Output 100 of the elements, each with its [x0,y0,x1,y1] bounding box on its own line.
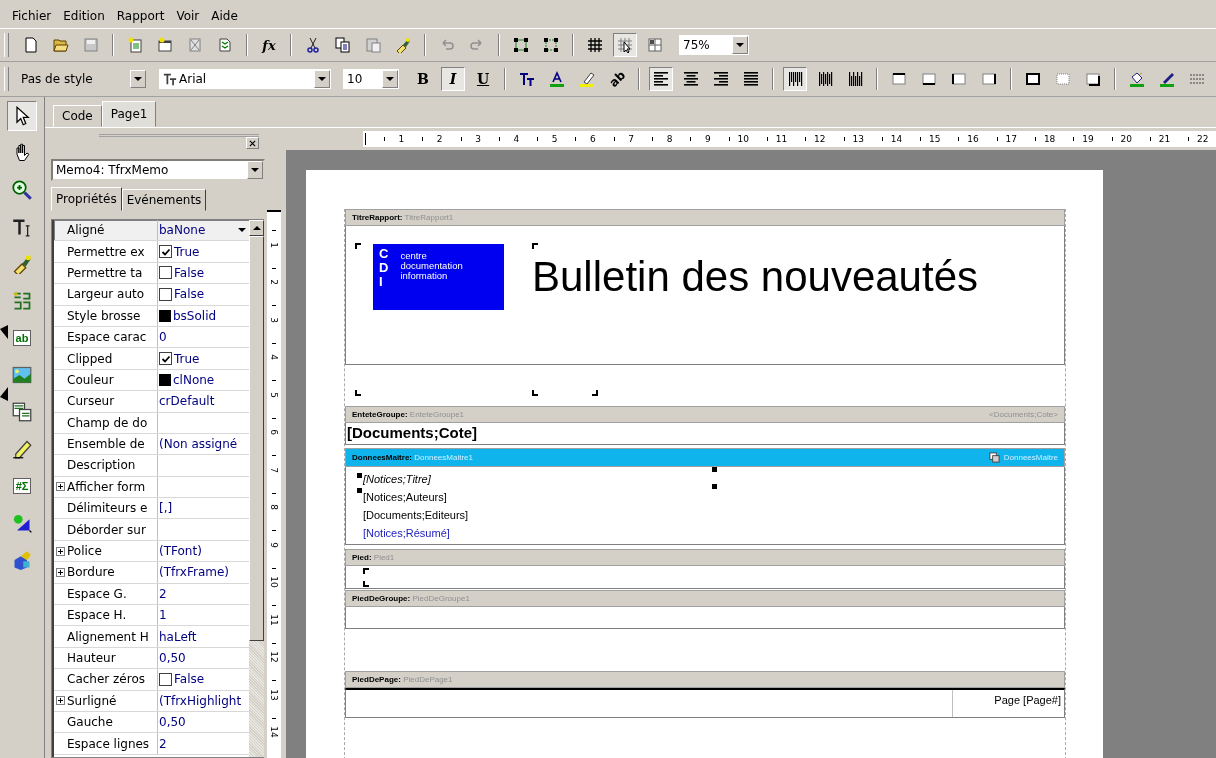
property-row[interactable]: Surligné (TfrxHighlight [54,690,250,712]
property-row[interactable]: Espace G. 2 [54,583,250,606]
line-style-icon [1189,71,1205,87]
vertical-bars-icon [787,71,803,87]
checkbox[interactable] [159,245,172,259]
color-swatch [159,309,171,322]
selection-handle[interactable] [712,467,717,472]
property-name: Espace carac [67,330,147,345]
grid-icon [587,37,603,53]
undo-arrow-icon [439,37,455,53]
expand-icon[interactable] [56,482,65,492]
property-row[interactable]: Permettre ta False [54,262,250,285]
text-object-tool-button[interactable]: ab [7,323,37,353]
italic-button[interactable]: I [441,67,465,91]
ruler-number: 6 [269,429,279,435]
arrow-icon [0,387,8,401]
checkbox[interactable] [159,266,172,280]
menu-item[interactable]: Edition [57,9,111,23]
logo-text: information [400,271,449,281]
cube-shapes-icon [12,550,32,570]
close-button[interactable] [246,137,259,149]
property-row[interactable]: Largeur auto False [54,284,250,306]
page-tab[interactable]: Page1 [101,101,157,127]
property-row[interactable]: Gauche 0,50 [54,712,250,734]
property-name: Bordure [67,565,115,580]
menu-item[interactable]: Voir [170,9,206,23]
check-icon [160,353,171,364]
underline-button[interactable]: U [471,67,495,91]
menu-item[interactable]: Fichier [6,9,58,23]
property-name: Aligné [67,223,105,238]
property-row[interactable]: Bordure (TfrxFrame) [54,562,250,584]
property-value: crDefault [159,394,216,409]
align-left-button[interactable] [649,67,673,91]
band-header[interactable]: DonneesMaitre: DonneesMaitre1 DonneesMaitre [345,448,1065,467]
scrollbar[interactable] [249,220,264,757]
property-row[interactable]: Champ de do [54,412,250,434]
ruler-number: 12 [269,651,279,663]
font-dropdown[interactable]: Arial [159,69,331,89]
function-button[interactable]: fx [257,33,281,57]
band-header[interactable]: PiedDeGroupe: PiedDeGroupe1 [345,590,1065,607]
text-style-icon [519,71,535,87]
checkbox[interactable] [159,287,172,301]
checkbox[interactable] [159,352,172,366]
cursor-tool-button[interactable] [7,101,37,131]
expand-icon[interactable] [56,567,65,577]
property-row[interactable]: Déborder sur [54,519,250,541]
bold-button[interactable]: B [411,67,435,91]
property-row[interactable]: Ensemble de (Non assigné [54,433,250,456]
band-header[interactable]: PiedDePage: PiedDePage1 [345,671,1065,688]
page-tab[interactable]: Code [53,105,102,127]
property-row[interactable]: Alignement H haLeft [54,626,250,648]
field-text: [Notices;Auteurs] [363,490,447,505]
property-row[interactable]: Afficher form [54,476,250,499]
corner-mark [532,390,538,396]
property-value: False [174,287,206,302]
property-row[interactable]: Description [54,455,250,477]
checkbox[interactable] [159,672,172,686]
selection-handle[interactable] [357,488,362,493]
property-row[interactable]: Curseur crDefault [54,391,250,413]
selection-handle[interactable] [712,484,717,489]
property-row[interactable]: Hauteur 0,50 [54,647,250,670]
ruler-number: 4 [513,134,520,144]
ruler-number: 7 [269,466,279,473]
expand-icon[interactable] [56,696,65,706]
frame-top-icon [891,71,907,87]
property-row[interactable]: Style brosse bsSolid [54,305,250,327]
property-value: 0,50 [159,715,187,730]
band-header[interactable]: EnteteGroupe: EnteteGroupe1 <Documents;Cote> [345,406,1065,423]
inspector-tab[interactable]: Evénements [121,189,207,211]
zoom-dropdown[interactable]: 75% [679,35,749,55]
grid-cursor-button[interactable] [613,33,637,57]
font-size-dropdown[interactable]: 10 [343,69,399,89]
property-row[interactable]: Aligné baNone [54,220,250,242]
property-name: Afficher form [67,479,146,494]
property-value: True [174,244,201,259]
inspector-tab[interactable]: Propriétés [51,187,122,211]
scroll-up-button[interactable] [249,220,264,236]
property-row[interactable]: Police (TFont) [54,540,250,563]
scrollbar-thumb[interactable] [249,236,264,641]
property-row[interactable]: Couleur clNone [54,369,250,392]
menu-item[interactable]: Aide [205,9,244,23]
vertical-bars-button[interactable] [783,67,807,91]
property-row[interactable]: Délimiteurs e [,] [54,498,250,520]
property-row[interactable]: Espace lignes 2 [54,733,250,755]
frame-bottom-icon [921,71,937,87]
property-row[interactable]: Espace carac 0 [54,326,250,349]
ruler-number: 5 [551,134,558,144]
property-row[interactable]: Cacher zéros False [54,669,250,691]
property-row[interactable]: Clipped True [54,348,250,370]
property-row[interactable]: Espace H. 1 [54,605,250,627]
band-header[interactable]: TitreRapport: TitreRapport1 [345,209,1065,226]
ruler-number: 13 [852,134,864,144]
menu-item[interactable]: Rapport [110,9,171,23]
object-dropdown[interactable]: Memo4: TfrxMemo [51,159,265,181]
rotate-text-button[interactable]: ab [605,67,629,91]
band-header[interactable]: Pied: Pied1 [345,549,1065,566]
expand-icon[interactable] [56,546,65,556]
property-row[interactable]: Permettre ex True [54,241,250,263]
selection-handle[interactable] [357,473,362,478]
sum-tool-button[interactable]: #Σ [7,471,37,501]
